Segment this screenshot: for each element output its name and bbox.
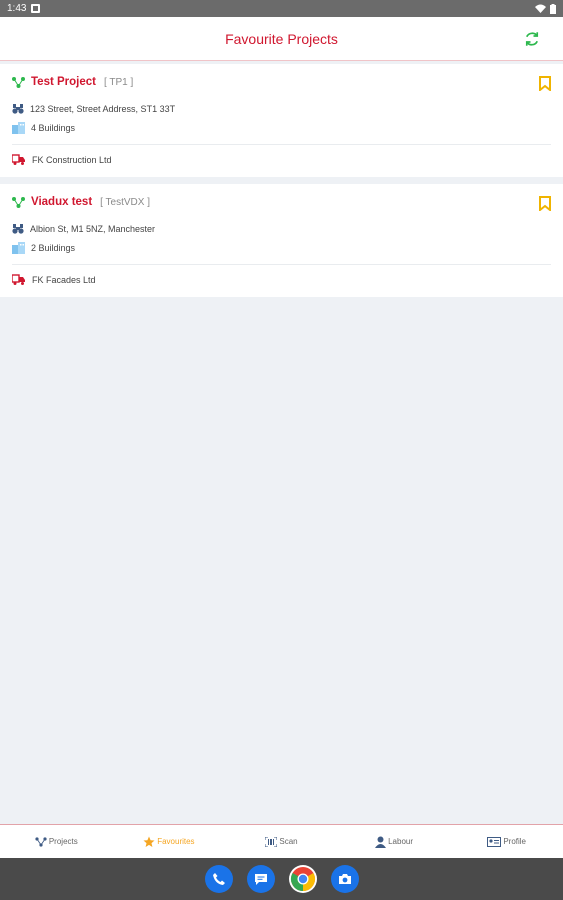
- building-count: 4 Buildings: [31, 123, 76, 133]
- project-network-icon: [12, 76, 25, 88]
- building-count: 2 Buildings: [31, 243, 76, 253]
- message-icon: [254, 873, 267, 885]
- camera-icon: [338, 874, 351, 884]
- tab-projects[interactable]: Projects: [0, 825, 113, 858]
- wifi-icon: [535, 4, 546, 13]
- tab-labour[interactable]: Labour: [338, 825, 451, 858]
- tab-profile[interactable]: Profile: [450, 825, 563, 858]
- buildings-icon: [12, 122, 25, 134]
- status-time: 1:43: [7, 3, 27, 14]
- tab-favourites[interactable]: Favourites: [113, 825, 226, 858]
- company-name: FK Facades Ltd: [32, 274, 96, 285]
- system-dock: [0, 858, 563, 900]
- buildings-icon: [12, 242, 25, 254]
- camera-app-icon[interactable]: [330, 865, 359, 893]
- project-address: 123 Street, Street Address, ST1 33T: [30, 103, 176, 114]
- messages-app-icon[interactable]: [246, 865, 275, 893]
- project-card[interactable]: Viadux test [ TestVDX ] Albion St, M1 5N…: [0, 184, 563, 297]
- projects-icon: [35, 836, 47, 847]
- card-divider: [12, 144, 551, 145]
- page-title: Favourite Projects: [225, 30, 338, 47]
- person-icon: [375, 836, 387, 848]
- bookmark-icon[interactable]: [539, 196, 551, 211]
- company-name: FK Construction Ltd: [32, 154, 112, 165]
- tab-scan[interactable]: Scan: [225, 825, 338, 858]
- notification-icon: [31, 4, 41, 13]
- binoculars-icon: [12, 224, 24, 234]
- star-icon: [143, 836, 155, 847]
- project-name[interactable]: Viadux test: [31, 196, 92, 208]
- tab-label: Profile: [503, 837, 527, 846]
- binoculars-icon: [12, 104, 24, 114]
- company-truck-icon: [12, 154, 25, 165]
- project-code: [ TestVDX ]: [100, 196, 150, 208]
- phone-icon: [212, 873, 225, 885]
- id-card-icon: [487, 836, 502, 847]
- tab-label: Projects: [48, 837, 78, 846]
- company-truck-icon: [12, 274, 25, 285]
- battery-icon: [550, 3, 556, 14]
- project-card[interactable]: Test Project [ TP1 ] 123 Street, Street …: [0, 64, 563, 177]
- bookmark-icon[interactable]: [539, 76, 551, 91]
- card-divider: [12, 264, 551, 265]
- tab-label: Scan: [279, 837, 298, 846]
- status-bar: 1:43: [0, 0, 563, 17]
- chrome-icon: [290, 867, 315, 891]
- tab-label: Labour: [388, 837, 414, 846]
- chrome-app-icon[interactable]: [288, 865, 317, 893]
- tab-label: Favourites: [157, 837, 195, 846]
- app-header: Favourite Projects: [0, 17, 563, 61]
- project-name[interactable]: Test Project: [31, 76, 96, 88]
- refresh-icon[interactable]: [523, 30, 541, 48]
- project-code: [ TP1 ]: [103, 76, 134, 88]
- bottom-tab-bar: Projects Favourites Scan Labour Profile: [0, 824, 563, 858]
- scan-icon: [265, 836, 278, 847]
- phone-app-icon[interactable]: [204, 865, 233, 893]
- project-network-icon: [12, 196, 25, 208]
- project-address: Albion St, M1 5NZ, Manchester: [30, 223, 156, 234]
